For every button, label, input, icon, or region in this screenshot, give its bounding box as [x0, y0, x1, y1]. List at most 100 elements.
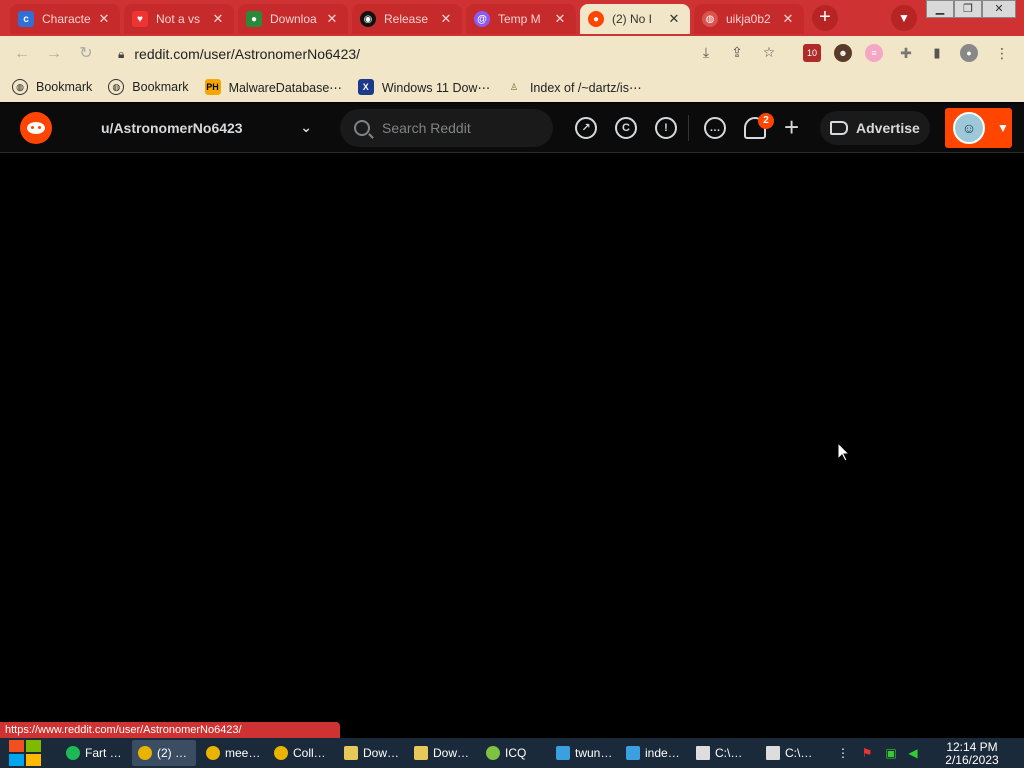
bookmark-label: Bookmark — [132, 80, 189, 94]
bookmark-2[interactable]: ◍ Bookmark — [108, 79, 189, 95]
bookmark-label: Index of /~dartz/is⋯ — [529, 80, 642, 95]
tab-title: Characte — [42, 12, 91, 26]
bookmark-label: MalwareDatabase⋯ — [228, 80, 342, 95]
tab-title: Downloa — [270, 12, 317, 26]
install-icon[interactable]: ⤓ — [696, 42, 716, 62]
close-icon[interactable]: ✕ — [210, 11, 226, 27]
side-panel-icon[interactable]: ▮ — [928, 44, 946, 62]
network-icon[interactable]: ▣ — [884, 746, 898, 760]
close-window-button[interactable]: ✕ — [982, 0, 1016, 18]
mouse-cursor-icon — [838, 443, 850, 462]
reddit-icon: ● — [588, 11, 604, 27]
taskbar-item-folder[interactable]: Dow… — [338, 740, 402, 766]
taskbar-item-7zip[interactable]: C:\… — [690, 740, 754, 766]
restore-button[interactable]: ❐ — [954, 0, 982, 18]
user-menu-button[interactable]: ☺ ▼ — [945, 108, 1012, 148]
clock[interactable]: 12:14 PM 2/16/2023 — [936, 741, 1008, 767]
taskbar-item-icq[interactable]: ICQ — [480, 740, 544, 766]
tab-title: Not a vs — [156, 12, 201, 26]
puzzle-icon[interactable]: ✚ — [897, 44, 915, 62]
more-icon[interactable]: ⋮ — [993, 44, 1011, 62]
close-icon[interactable]: ✕ — [96, 11, 112, 27]
taskbar-label: Fart … — [85, 746, 122, 760]
advertise-button[interactable]: Advertise — [820, 111, 930, 145]
avatar: ☺ — [953, 112, 985, 144]
extension-badge-icon[interactable]: 10 — [803, 44, 821, 62]
advertise-label: Advertise — [856, 120, 920, 136]
profile-extension-icon[interactable]: ☻ — [834, 44, 852, 62]
forward-button[interactable]: → — [44, 44, 64, 64]
bookmark-star-icon[interactable]: ☆ — [759, 42, 779, 62]
chat-icon[interactable]: … — [704, 117, 726, 139]
chevron-down-icon: ▼ — [997, 121, 1009, 135]
taskbar-item-7zip[interactable]: C:\… — [760, 740, 824, 766]
taskbar-item-spotify[interactable]: Fart … — [60, 740, 124, 766]
coins-icon[interactable]: C — [615, 117, 637, 139]
spotify-icon — [66, 746, 80, 760]
tab-search-button[interactable]: ▼ — [891, 5, 917, 31]
chrome-icon — [274, 746, 288, 760]
close-icon[interactable]: ✕ — [780, 11, 796, 27]
tab-7[interactable]: ◍ uikja0b2 ✕ — [694, 4, 804, 34]
download-site-icon: ● — [246, 11, 262, 27]
share-icon[interactable]: ⇪ — [727, 42, 747, 62]
taskbar-label: twun… — [575, 746, 613, 760]
close-icon[interactable]: ✕ — [324, 11, 340, 27]
globe-icon: ◍ — [702, 11, 718, 27]
tab-strip: c Characte ✕ ♥ Not a vs ✕ ● Downloa ✕ ◉ … — [0, 0, 1024, 36]
taskbar-item-chrome[interactable]: Coll… — [268, 740, 332, 766]
lock-icon: 🔒︎ — [118, 46, 125, 61]
taskbar-item-folder[interactable]: Dow… — [408, 740, 472, 766]
folder-icon — [344, 746, 358, 760]
close-icon[interactable]: ✕ — [552, 11, 568, 27]
chrome-icon — [206, 746, 220, 760]
tab-6-active[interactable]: ● (2) No I ✕ — [580, 4, 690, 34]
taskbar-item-chrome[interactable]: mee… — [200, 740, 264, 766]
create-post-icon[interactable]: + — [784, 114, 799, 140]
talk-icon[interactable]: ! — [655, 117, 677, 139]
bookmark-4[interactable]: X Windows 11 Dow⋯ — [357, 79, 490, 95]
reload-button[interactable]: ↻ — [76, 44, 96, 64]
tab-1[interactable]: c Characte ✕ — [10, 4, 120, 34]
bookmarks-bar: ◍ Bookmark ◍ Bookmark PH MalwareDatabase… — [0, 72, 1024, 102]
close-icon[interactable]: ✕ — [438, 11, 454, 27]
taskbar-label: Coll… — [293, 746, 326, 760]
taskbar-label: C:\… — [715, 746, 743, 760]
windows-logo-icon — [9, 740, 24, 752]
pride-extension-icon[interactable]: ≡ — [865, 44, 883, 62]
tab-2[interactable]: ♥ Not a vs ✕ — [124, 4, 234, 34]
close-icon[interactable]: ✕ — [666, 11, 682, 27]
more-icon[interactable]: ⋮ — [836, 746, 850, 760]
taskbar-label: (2) … — [157, 746, 187, 760]
reddit-header: u/AstronomerNo6423 ⌄ Search Reddit ↗ C !… — [0, 103, 1024, 153]
bookmark-5[interactable]: ♙ Index of /~dartz/is⋯ — [506, 79, 642, 95]
bookmark-1[interactable]: ◍ Bookmark — [12, 79, 92, 95]
taskbar-item-terminal[interactable]: twun… — [550, 740, 614, 766]
popular-icon[interactable]: ↗ — [575, 117, 597, 139]
globe-icon: ◍ — [108, 79, 125, 95]
tab-3[interactable]: ● Downloa ✕ — [238, 4, 348, 34]
search-input[interactable]: Search Reddit — [340, 109, 553, 147]
divider — [688, 115, 689, 141]
flag-icon[interactable]: ⚑ — [860, 746, 874, 760]
back-button[interactable]: ← — [12, 44, 32, 64]
address-bar[interactable]: 🔒︎ reddit.com/user/AstronomerNo6423/ — [108, 40, 788, 68]
taskbar-label: ICQ — [505, 746, 527, 760]
tab-title: uikja0b2 — [726, 12, 771, 26]
volume-icon[interactable]: ◀ — [906, 746, 920, 760]
tab-5[interactable]: @ Temp M ✕ — [466, 4, 576, 34]
community-selector[interactable]: u/AstronomerNo6423 ⌄ — [92, 111, 322, 145]
bookmark-3[interactable]: PH MalwareDatabase⋯ — [204, 79, 342, 95]
new-tab-button[interactable]: + — [812, 5, 838, 31]
account-icon[interactable]: ● — [960, 44, 978, 62]
reddit-logo-icon[interactable] — [20, 112, 52, 144]
start-button[interactable] — [9, 740, 43, 766]
minimize-button[interactable]: ▁ — [926, 0, 954, 18]
chrome-icon — [138, 746, 152, 760]
tab-4[interactable]: ◉ Release ✕ — [352, 4, 462, 34]
globe-icon: ◍ — [12, 79, 28, 95]
taskbar-item-terminal[interactable]: inde… — [620, 740, 684, 766]
taskbar-item-chrome[interactable]: (2) … — [132, 740, 196, 766]
taskbar-label: Dow… — [433, 746, 470, 760]
tab-title: Release — [384, 12, 429, 26]
